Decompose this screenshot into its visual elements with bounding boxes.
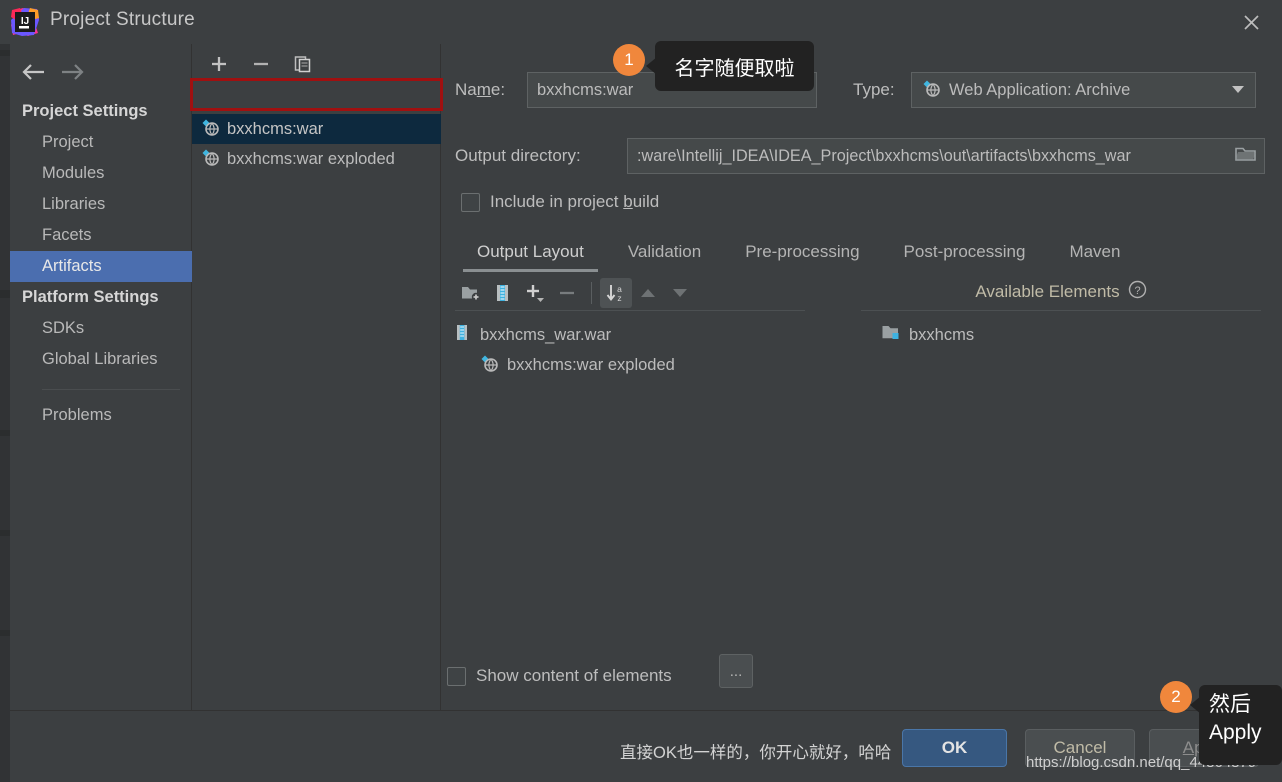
artifact-type-value: Web Application: Archive (949, 80, 1131, 99)
artifact-tabs: Output Layout Validation Pre-processing … (455, 232, 1275, 272)
remove-artifact-button[interactable] (248, 51, 274, 77)
toolbar-divider (591, 282, 592, 304)
output-layout-tree: bxxhcms_war.war bxxhcms:war exploded (453, 320, 853, 380)
sidebar-item-artifacts[interactable]: Artifacts (10, 251, 192, 282)
list-item[interactable]: bxxhcms:war (192, 114, 441, 144)
remove-element-button[interactable] (551, 278, 583, 308)
tab-maven[interactable]: Maven (1047, 238, 1142, 272)
arrow-down-icon[interactable] (664, 278, 696, 308)
module-folder-icon (881, 323, 901, 347)
include-in-build-label: Include in project build (490, 192, 660, 211)
sidebar-item-problems[interactable]: Problems (10, 400, 192, 431)
intellij-idea-logo-icon: IJ (10, 7, 40, 37)
include-in-build-checkbox[interactable] (461, 192, 480, 212)
svg-text:z: z (617, 293, 621, 303)
tree-row[interactable]: bxxhcms:war exploded (453, 350, 853, 380)
web-exploded-icon (479, 353, 499, 378)
sidebar-item-global-libraries[interactable]: Global Libraries (10, 344, 192, 375)
type-label: Type: (853, 80, 895, 99)
sidebar-divider (42, 389, 180, 390)
show-content-row: Show content of elements (447, 666, 672, 686)
output-directory-value: :ware\Intellij_IDEA\IDEA_Project\bxxhcms… (637, 146, 1131, 165)
tab-post-processing[interactable]: Post-processing (882, 238, 1048, 272)
artifacts-toolbar (192, 44, 441, 84)
dialog-button-bar: 直接OK也一样的，你开心就好，哈哈 OK Cancel Apply (10, 710, 1282, 782)
close-icon[interactable] (1234, 6, 1268, 38)
artifacts-list-panel: bxxhcms:war bxxhcms:war exploded (192, 44, 441, 710)
artifacts-list: bxxhcms:war bxxhcms:war exploded (192, 114, 441, 174)
tree-row-label: bxxhcms_war.war (480, 325, 612, 344)
svg-text:IJ: IJ (21, 16, 29, 27)
sidebar-group-platform-settings: Platform Settings (22, 288, 159, 306)
sidebar-item-sdks[interactable]: SDKs (10, 313, 192, 344)
sidebar-item-libraries[interactable]: Libraries (10, 189, 192, 220)
archive-icon (453, 323, 472, 347)
output-directory-field[interactable]: :ware\Intellij_IDEA\IDEA_Project\bxxhcms… (627, 138, 1265, 174)
tree-row-label: bxxhcms:war exploded (507, 355, 675, 374)
ok-button[interactable]: OK (902, 729, 1007, 767)
add-artifact-button[interactable] (206, 51, 232, 77)
tree-row-label: bxxhcms (909, 325, 975, 344)
annotation-tooltip-2: 然后 Apply (1199, 685, 1282, 765)
output-tree-separator (455, 310, 805, 311)
web-exploded-icon (200, 147, 220, 172)
artifact-label: bxxhcms:war (227, 119, 324, 138)
help-circle-icon[interactable]: ? (1128, 280, 1147, 304)
more-options-button[interactable]: ... (719, 654, 753, 688)
tab-output-layout[interactable]: Output Layout (455, 238, 606, 272)
tab-validation[interactable]: Validation (606, 238, 723, 272)
tab-pre-processing[interactable]: Pre-processing (723, 238, 881, 272)
navigation-arrows (10, 52, 192, 92)
sidebar-item-modules[interactable]: Modules (10, 158, 192, 189)
project-structure-dialog: IJ Project Structure Project Settings Pr… (0, 0, 1282, 782)
sidebar-group-project-settings: Project Settings (22, 102, 148, 120)
annotation-badge-2: 2 (1160, 681, 1192, 713)
output-directory-label: Output directory: (455, 146, 581, 165)
window-title: Project Structure (50, 9, 195, 30)
show-content-checkbox[interactable] (447, 666, 466, 686)
create-directory-button[interactable] (455, 278, 487, 308)
svg-text:?: ? (1134, 285, 1140, 297)
artifact-label: bxxhcms:war exploded (227, 149, 395, 168)
annotation-tooltip-1: 名字随便取啦 (655, 41, 814, 91)
tree-row[interactable]: bxxhcms_war.war (453, 320, 853, 350)
include-in-build-row: Include in project build (461, 192, 659, 212)
arrow-left-icon[interactable] (14, 52, 54, 92)
available-elements-label: Available Elements (975, 282, 1120, 301)
annotation-badge-1: 1 (613, 44, 645, 76)
settings-sidebar: Project Settings Project Modules Librari… (10, 44, 192, 710)
chevron-down-icon (1231, 81, 1245, 99)
web-archive-icon (921, 78, 941, 103)
available-tree-separator (861, 310, 1261, 311)
create-archive-button[interactable] (487, 278, 519, 308)
background-window-strip (0, 0, 10, 782)
annotation-tooltip-2-line1: 然后 (1209, 693, 1251, 716)
title-bar: IJ Project Structure (0, 0, 1282, 44)
name-label: Name: (455, 80, 506, 99)
web-archive-icon (200, 117, 220, 142)
sidebar-item-facets[interactable]: Facets (10, 220, 192, 251)
available-elements-header: Available Elements ? (861, 280, 1261, 304)
add-copy-button[interactable] (519, 278, 551, 308)
arrow-right-icon[interactable] (52, 52, 92, 92)
copy-artifact-button[interactable] (290, 51, 316, 77)
type-row: Type: Web Application: Archive (853, 72, 1256, 108)
artifact-detail-panel: Name: Type: Web Application: Archive (441, 44, 1282, 710)
tree-row[interactable]: bxxhcms (881, 320, 1271, 350)
folder-browse-icon[interactable] (1234, 144, 1258, 169)
annotation-tooltip-2-line2: Apply (1209, 721, 1262, 745)
output-directory-row: Output directory: :ware\Intellij_IDEA\ID… (455, 138, 1265, 174)
artifact-type-dropdown[interactable]: Web Application: Archive (911, 72, 1256, 108)
show-content-label: Show content of elements (476, 666, 672, 685)
arrow-up-icon[interactable] (632, 278, 664, 308)
available-elements-tree: bxxhcms (881, 320, 1271, 350)
settings-nav-list: Project Settings Project Modules Librari… (10, 96, 192, 431)
list-item[interactable]: bxxhcms:war exploded (192, 144, 441, 174)
sidebar-item-project[interactable]: Project (10, 127, 192, 158)
sort-az-icon[interactable]: a z (600, 278, 632, 308)
annotation-note: 直接OK也一样的，你开心就好，哈哈 (620, 744, 892, 762)
